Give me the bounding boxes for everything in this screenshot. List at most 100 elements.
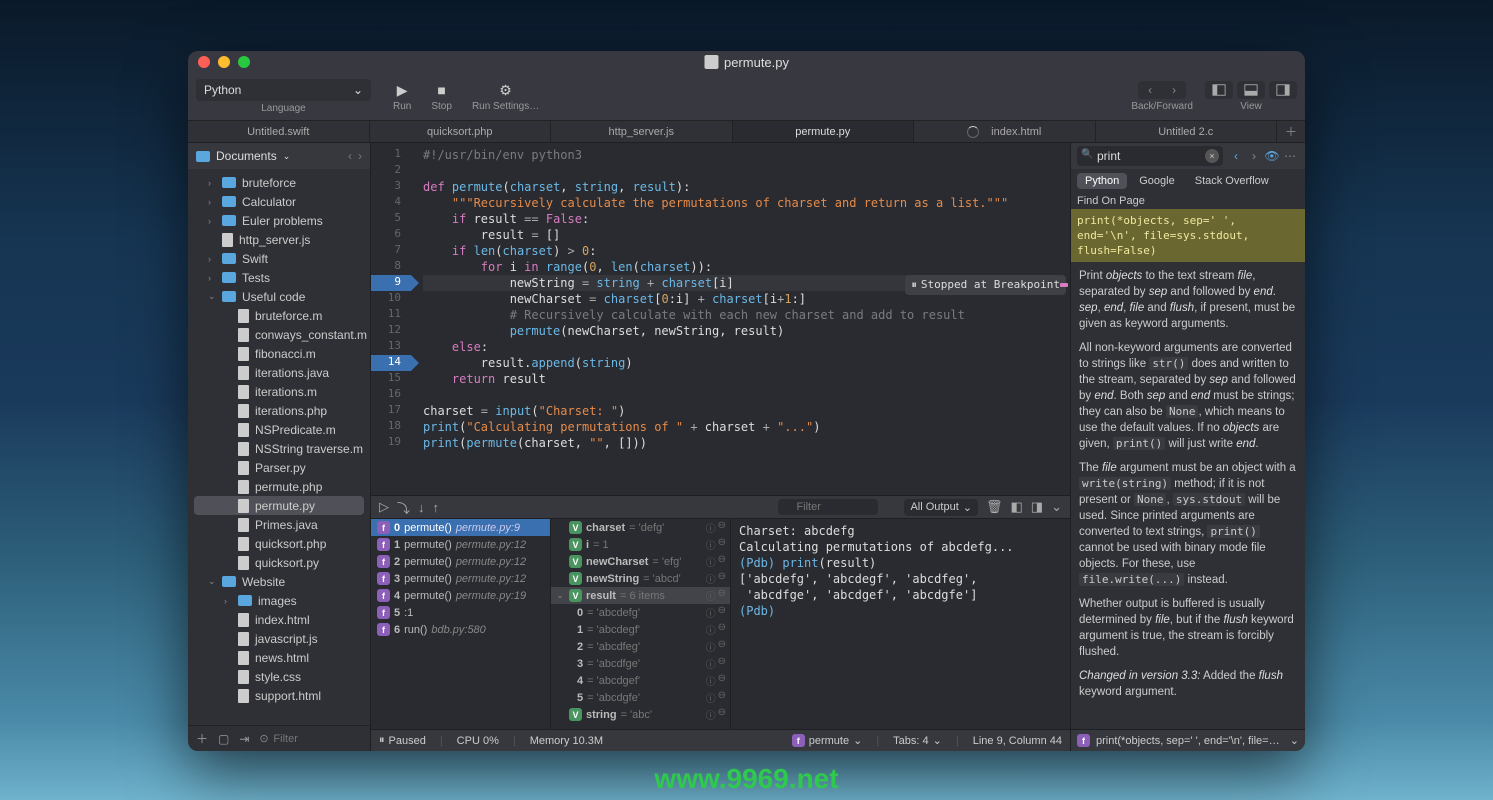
doc-statusbar[interactable]: f print(*objects, sep=' ', end='\n', fil… [1071, 729, 1305, 751]
file-Primes-java[interactable]: Primes.java [188, 515, 370, 534]
search-next-icon[interactable]: › [1245, 147, 1263, 165]
gutter-line[interactable]: 14 [371, 355, 411, 371]
sidebar-back-icon[interactable]: ‹ [348, 149, 352, 163]
info-icon[interactable]: ⓘ [706, 520, 716, 535]
gutter-line[interactable]: 17 [371, 403, 411, 419]
remove-icon[interactable]: ⊖ [718, 588, 726, 603]
remove-icon[interactable]: ⊖ [718, 622, 726, 637]
var-row[interactable]: 5 = 'abcdgfe'ⓘ⊖ [551, 689, 730, 706]
info-icon[interactable]: ⓘ [706, 588, 716, 603]
remove-icon[interactable]: ⊖ [718, 673, 726, 688]
code-line[interactable]: result = [] [423, 227, 1058, 243]
gutter-line[interactable]: 10 [371, 291, 411, 307]
doc-body[interactable]: Print objects to the text stream file, s… [1071, 262, 1305, 729]
forward-button[interactable]: › [1162, 81, 1186, 99]
info-icon[interactable]: ⓘ [706, 571, 716, 586]
code-line[interactable]: else: [423, 339, 1058, 355]
info-icon[interactable]: ⓘ [706, 673, 716, 688]
gutter-line[interactable]: 6 [371, 227, 411, 243]
remove-icon[interactable]: ⊖ [718, 656, 726, 671]
folder-Euler-problems[interactable]: ›Euler problems [188, 211, 370, 230]
stack-frame[interactable]: f0 permute() permute.py:9 [371, 519, 550, 536]
line-gutter[interactable]: 12345678910111213141516171819 [371, 143, 411, 495]
remove-icon[interactable]: ⊖ [718, 605, 726, 620]
sidebar-filter-input[interactable] [259, 733, 415, 745]
step-over-button[interactable]: ⤵ [397, 498, 410, 517]
folder-bruteforce[interactable]: ›bruteforce [188, 173, 370, 192]
tab-permute-py[interactable]: permute.py [733, 121, 915, 142]
code-line[interactable] [423, 163, 1058, 179]
code-line[interactable]: """Recursively calculate the permutation… [423, 195, 1058, 211]
sidebar-forward-icon[interactable]: › [358, 149, 362, 163]
gutter-line[interactable]: 3 [371, 179, 411, 195]
var-row[interactable]: 3 = 'abcdfge'ⓘ⊖ [551, 655, 730, 672]
file-index-html[interactable]: index.html [188, 610, 370, 629]
gutter-line[interactable]: 19 [371, 435, 411, 451]
code-line[interactable]: if len(charset) > 0: [423, 243, 1058, 259]
output-selector[interactable]: All Output⌄ [904, 499, 978, 516]
eye-icon[interactable]: 👁 [1263, 147, 1281, 165]
stop-button[interactable]: ■ Stop [421, 81, 462, 112]
collapse-icon[interactable]: ⌄ [1051, 499, 1062, 515]
gutter-line[interactable]: 16 [371, 387, 411, 403]
console-pane[interactable]: Charset: abcdefgCalculating permutations… [731, 519, 1070, 729]
doc-search-input[interactable]: print × [1077, 146, 1223, 166]
gutter-line[interactable]: 9 [371, 275, 411, 291]
code-line[interactable]: print("Calculating permutations of " + c… [423, 419, 1058, 435]
view-right-panel[interactable] [1269, 81, 1297, 99]
add-tab-button[interactable]: ＋ [1277, 121, 1305, 142]
remove-icon[interactable]: ⊖ [718, 520, 726, 535]
call-stack-pane[interactable]: f0 permute() permute.py:9f1 permute() pe… [371, 519, 551, 729]
action-icon[interactable]: ⇥ [239, 732, 249, 746]
code-line[interactable]: print(permute(charset, "", [])) [423, 435, 1058, 451]
code-editor[interactable]: 12345678910111213141516171819 #!/usr/bin… [371, 143, 1070, 495]
file-conways_constant-m[interactable]: conways_constant.m [188, 325, 370, 344]
file-news-html[interactable]: news.html [188, 648, 370, 667]
file-permute-py[interactable]: permute.py [194, 496, 364, 515]
info-icon[interactable]: ⓘ [706, 537, 716, 552]
code-line[interactable]: if result == False: [423, 211, 1058, 227]
stack-frame[interactable]: f3 permute() permute.py:12 [371, 570, 550, 587]
file-NSString-traverse-m[interactable]: NSString traverse.m [188, 439, 370, 458]
back-button[interactable]: ‹ [1138, 81, 1162, 99]
var-row[interactable]: 4 = 'abcdgef'ⓘ⊖ [551, 672, 730, 689]
info-icon[interactable]: ⓘ [706, 707, 716, 722]
gutter-line[interactable]: 4 [371, 195, 411, 211]
remove-icon[interactable]: ⊖ [718, 537, 726, 552]
info-icon[interactable]: ⓘ [706, 639, 716, 654]
tab-quicksort-php[interactable]: quicksort.php [370, 121, 552, 142]
tab-Untitled-swift[interactable]: Untitled.swift [188, 121, 370, 142]
var-row[interactable]: 2 = 'abcdfeg'ⓘ⊖ [551, 638, 730, 655]
file-bruteforce-m[interactable]: bruteforce.m [188, 306, 370, 325]
remove-icon[interactable]: ⊖ [718, 639, 726, 654]
file-iterations-java[interactable]: iterations.java [188, 363, 370, 382]
tab-Untitled-2-c[interactable]: Untitled 2.c [1096, 121, 1278, 142]
add-icon[interactable]: ＋ [196, 730, 208, 747]
info-icon[interactable]: ⓘ [706, 605, 716, 620]
file-Parser-py[interactable]: Parser.py [188, 458, 370, 477]
folder-Useful-code[interactable]: ⌄Useful code [188, 287, 370, 306]
doc-source-google[interactable]: Google [1131, 173, 1182, 189]
info-icon[interactable]: ⓘ [706, 622, 716, 637]
search-prev-icon[interactable]: ‹ [1227, 147, 1245, 165]
disclosure-icon[interactable]: ⌄ [555, 590, 565, 601]
stack-frame[interactable]: f4 permute() permute.py:19 [371, 587, 550, 604]
new-folder-icon[interactable]: ▢ [218, 732, 229, 746]
doc-source-python[interactable]: Python [1077, 173, 1127, 189]
file-NSPredicate-m[interactable]: NSPredicate.m [188, 420, 370, 439]
more-icon[interactable]: ⋯ [1281, 147, 1299, 165]
code-line[interactable]: def permute(charset, string, result): [423, 179, 1058, 195]
folder-Website[interactable]: ⌄Website [188, 572, 370, 591]
folder-Swift[interactable]: ›Swift [188, 249, 370, 268]
var-row[interactable]: 0 = 'abcdefg'ⓘ⊖ [551, 604, 730, 621]
step-into-button[interactable]: ↓ [418, 500, 425, 515]
gutter-line[interactable]: 5 [371, 211, 411, 227]
var-row[interactable]: Vcharset = 'defg'ⓘ⊖ [551, 519, 730, 536]
stack-frame[interactable]: f2 permute() permute.py:12 [371, 553, 550, 570]
code-line[interactable]: charset = input("Charset: ") [423, 403, 1058, 419]
file-support-html[interactable]: support.html [188, 686, 370, 705]
continue-button[interactable]: ▷ [379, 499, 389, 515]
run-button[interactable]: ▶ Run [383, 81, 421, 112]
var-row[interactable]: 1 = 'abcdegf'ⓘ⊖ [551, 621, 730, 638]
close-icon[interactable] [198, 56, 210, 68]
